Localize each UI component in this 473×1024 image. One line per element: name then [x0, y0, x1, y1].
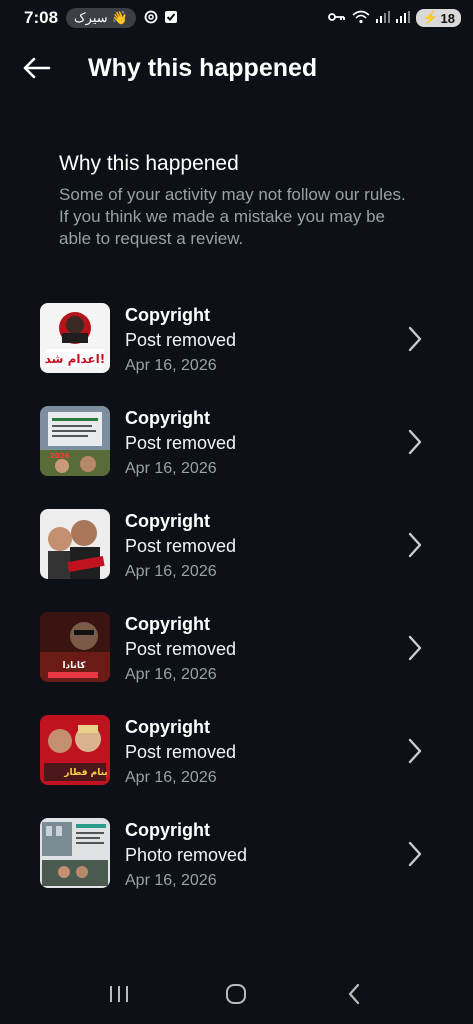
- threads-icon: [144, 10, 158, 27]
- item-type: Copyright: [125, 820, 210, 840]
- status-bar: 7:08 سیرک 👋 ⚡ 18: [0, 0, 473, 36]
- item-status: Post removed: [125, 742, 237, 762]
- list-item[interactable]: بنام قطار Copyright Post removed Apr 16,…: [0, 713, 473, 816]
- chevron-right-icon: [408, 635, 422, 661]
- system-back-button[interactable]: [334, 974, 374, 1014]
- home-icon: [226, 984, 247, 1004]
- post-thumbnail: اعدام شد!: [40, 303, 110, 373]
- status-time: 7:08: [24, 8, 59, 27]
- post-thumbnail: بنام قطار: [40, 715, 110, 785]
- battery-level: 18: [440, 10, 455, 26]
- item-status: Post removed: [125, 330, 237, 350]
- item-status: Post removed: [125, 433, 237, 453]
- item-date: Apr 16, 2026: [125, 666, 217, 683]
- system-nav-bar: [0, 964, 473, 1024]
- status-app-pill[interactable]: سیرک 👋: [66, 8, 136, 28]
- item-status: Post removed: [125, 639, 237, 659]
- list-item[interactable]: 2026 Copyright Post removed Apr 16, 2026: [0, 404, 473, 507]
- chevron-right-icon: [408, 738, 422, 764]
- recent-apps-icon: [109, 986, 128, 1002]
- list-item[interactable]: اعدام شد! Copyright Post removed Apr 16,…: [0, 301, 473, 404]
- item-type: Copyright: [125, 511, 210, 531]
- hand-wave-icon: 👋: [111, 10, 128, 25]
- item-status: Photo removed: [125, 845, 248, 865]
- app-header: Why this happened: [0, 40, 473, 96]
- thumb-caption: کانادا: [62, 661, 86, 671]
- back-button[interactable]: [16, 48, 56, 88]
- chevron-right-icon: [408, 326, 422, 352]
- post-thumbnail: کانادا: [40, 612, 110, 682]
- chevron-left-icon: [349, 983, 360, 1005]
- item-type: Copyright: [125, 305, 210, 325]
- item-status: Post removed: [125, 536, 237, 556]
- signal-icon: [376, 10, 391, 26]
- info-title: Why this happened: [59, 152, 239, 175]
- battery-indicator: ⚡ 18: [416, 9, 461, 27]
- info-section: Why this happened Some of your activity …: [59, 152, 419, 250]
- thumb-caption: اعدام شد!: [45, 352, 106, 367]
- wifi-icon: [352, 10, 370, 27]
- list-item[interactable]: Copyright Post removed Apr 16, 2026: [0, 507, 473, 610]
- status-right-group: ⚡ 18: [328, 9, 461, 27]
- thumb-caption: 2026: [50, 452, 70, 460]
- list-item[interactable]: کانادا Copyright Post removed Apr 16, 20…: [0, 610, 473, 713]
- list-item[interactable]: Copyright Photo removed Apr 16, 2026: [0, 816, 473, 919]
- item-date: Apr 16, 2026: [125, 872, 217, 889]
- signal-icon-2: [396, 10, 411, 26]
- chevron-right-icon: [408, 532, 422, 558]
- home-button[interactable]: [216, 974, 256, 1014]
- item-date: Apr 16, 2026: [125, 563, 217, 580]
- recent-apps-button[interactable]: [99, 974, 139, 1014]
- photo-thumbnail: [40, 818, 110, 888]
- charging-icon: ⚡: [422, 10, 439, 25]
- item-type: Copyright: [125, 717, 210, 737]
- item-type: Copyright: [125, 614, 210, 634]
- info-description: Some of your activity may not follow our…: [59, 185, 406, 248]
- item-type: Copyright: [125, 408, 210, 428]
- chevron-right-icon: [408, 841, 422, 867]
- checkbox-icon: [164, 10, 178, 27]
- item-date: Apr 16, 2026: [125, 769, 217, 786]
- chevron-right-icon: [408, 429, 422, 455]
- item-date: Apr 16, 2026: [125, 357, 217, 374]
- status-app-pill-label: سیرک: [74, 10, 108, 25]
- item-date: Apr 16, 2026: [125, 460, 217, 477]
- key-icon: [328, 11, 346, 26]
- post-thumbnail: [40, 509, 110, 579]
- page-title: Why this happened: [88, 53, 318, 82]
- thumb-caption: بنام قطار: [63, 768, 107, 778]
- post-thumbnail: 2026: [40, 406, 110, 476]
- arrow-left-icon: [23, 57, 51, 79]
- removed-content-list: اعدام شد! Copyright Post removed Apr 16,…: [0, 301, 473, 919]
